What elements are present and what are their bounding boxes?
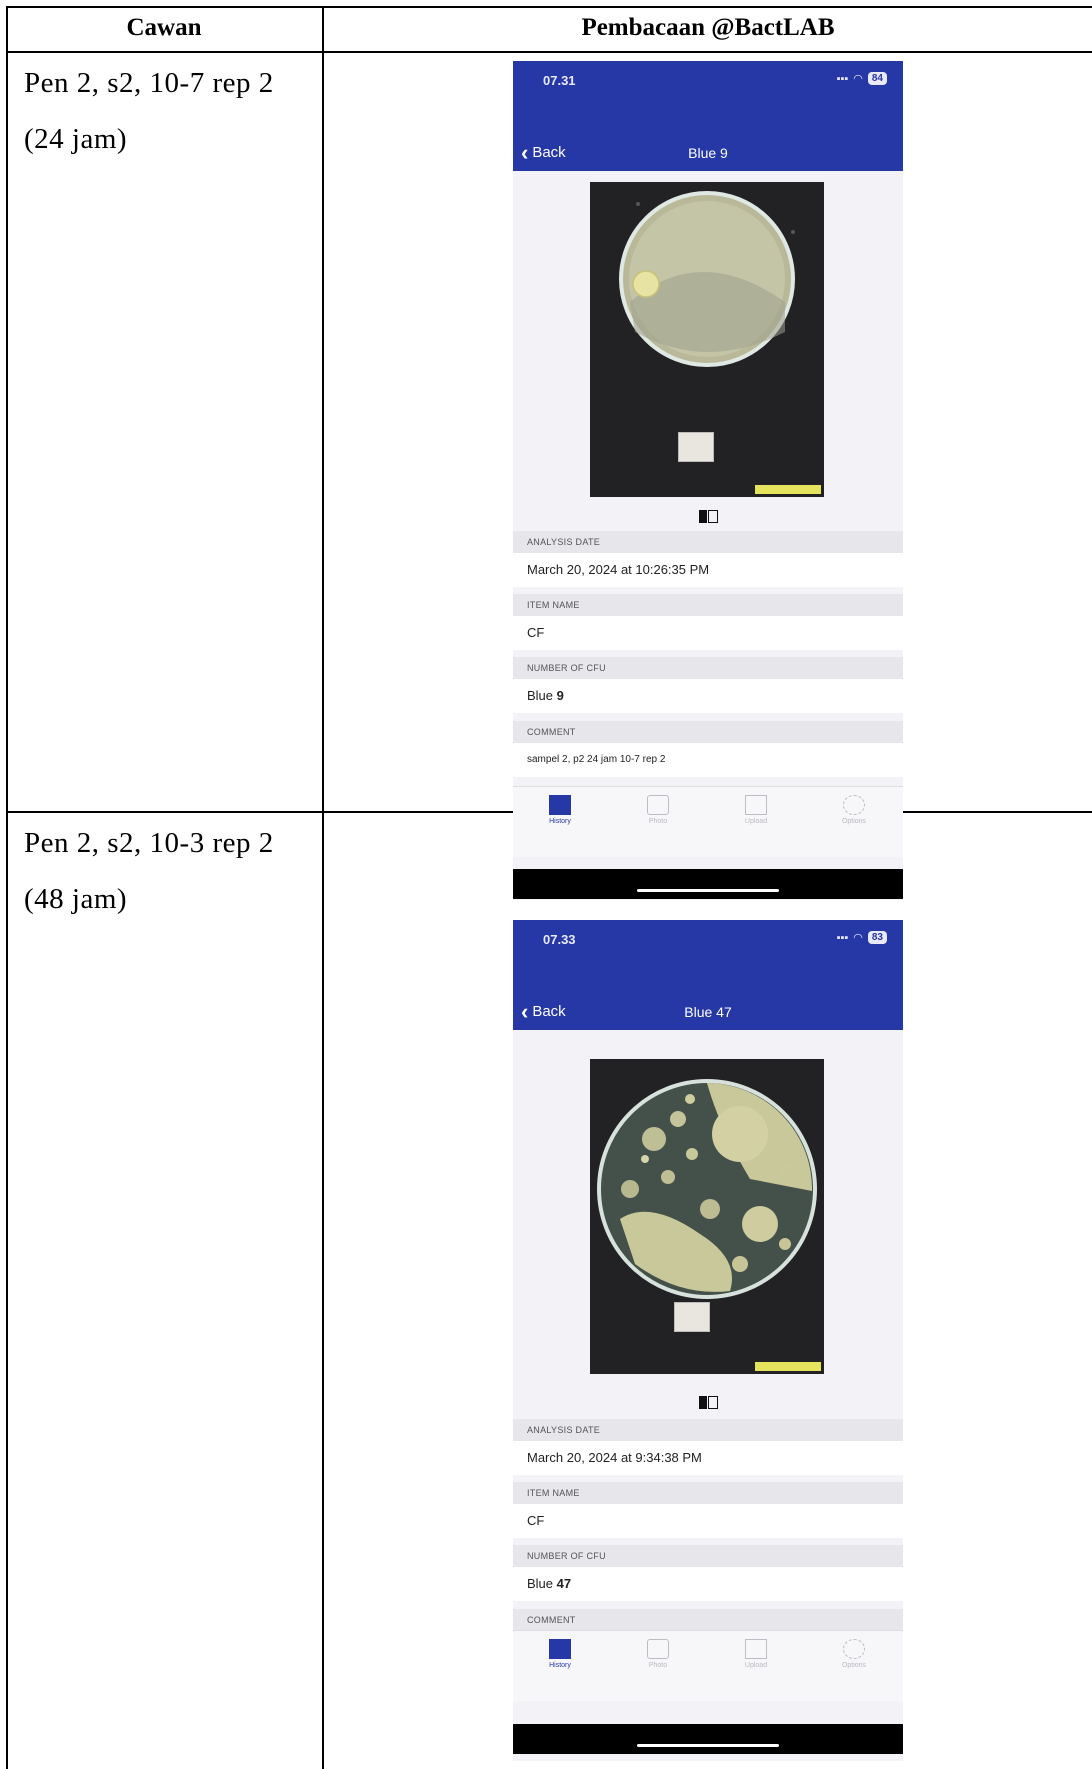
plate-photo[interactable] xyxy=(590,1059,824,1374)
battery-icon: 83 xyxy=(867,931,887,944)
plate-label-sticker xyxy=(678,432,714,462)
analysis-date-value: March 20, 2024 at 10:26:35 PM xyxy=(513,553,903,587)
column-header-pembacaan: Pembacaan @BactLAB xyxy=(581,14,835,41)
page-dot-inactive xyxy=(707,509,718,523)
screen-title: Blue 47 xyxy=(684,1004,732,1020)
item-name-label: ITEM NAME xyxy=(513,1482,903,1504)
column-header-cawan: Cawan xyxy=(126,14,202,41)
analysis-date-label: ANALYSIS DATE xyxy=(513,1419,903,1441)
cfu-count: 47 xyxy=(556,1576,572,1591)
status-time: 07.31 xyxy=(543,73,576,88)
tab-photo[interactable]: Photo xyxy=(623,1639,693,1669)
tab-bar: History Photo Upload Options xyxy=(513,786,903,857)
home-indicator xyxy=(637,889,779,892)
cawan-row-2-line-1: Pen 2, s2, 10-3 rep 2 xyxy=(24,827,274,859)
item-name-label: ITEM NAME xyxy=(513,594,903,616)
scale-bar xyxy=(755,485,821,494)
tab-options[interactable]: Options xyxy=(819,795,889,825)
tab-upload[interactable]: Upload xyxy=(721,795,791,825)
tab-photo-label: Photo xyxy=(648,1662,668,1669)
nav-bar: 07.33 ▪▪▪ ◠ 83 ‹ Back Blue 47 xyxy=(513,920,903,1030)
tab-options[interactable]: Options xyxy=(819,1639,889,1669)
status-time: 07.33 xyxy=(543,932,576,947)
cawan-row-1-line-1: Pen 2, s2, 10-7 rep 2 xyxy=(24,67,274,99)
cawan-row-1-line-2: (24 jam) xyxy=(24,123,128,155)
page-dot-active xyxy=(698,1395,707,1409)
app-screenshot-1: 07.31 ▪▪▪ ◠ 84 ‹ Back Blue 9 ANALYSIS DA… xyxy=(513,61,903,900)
plate-label-sticker xyxy=(674,1302,710,1332)
tab-history[interactable]: History xyxy=(525,795,595,825)
home-indicator-bar xyxy=(513,869,903,899)
tab-bar: History Photo Upload Options xyxy=(513,1630,903,1701)
comment-label: COMMENT xyxy=(513,1609,903,1631)
item-name-value: CF xyxy=(513,1504,903,1538)
tab-upload-label: Upload xyxy=(744,818,768,825)
gear-icon xyxy=(843,795,865,815)
cfu-count: 9 xyxy=(556,688,564,703)
history-icon xyxy=(549,795,571,815)
comment-value: sampel 2, p2 24 jam 10-7 rep 2 xyxy=(513,743,903,777)
home-indicator-bar xyxy=(513,1724,903,1754)
tab-photo[interactable]: Photo xyxy=(623,795,693,825)
upload-icon xyxy=(745,795,767,815)
upload-icon xyxy=(745,1639,767,1659)
cfu-color: Blue xyxy=(527,688,554,703)
cfu-label: NUMBER OF CFU xyxy=(513,657,903,679)
nav-bar: 07.31 ▪▪▪ ◠ 84 ‹ Back Blue 9 xyxy=(513,61,903,171)
table-border-left xyxy=(6,6,8,1769)
tab-history-label: History xyxy=(549,1662,571,1669)
home-indicator xyxy=(637,1744,779,1747)
wifi-icon: ◠ xyxy=(853,932,863,944)
cfu-value-row: Blue 9 xyxy=(513,679,903,713)
camera-icon xyxy=(647,795,669,815)
table-column-divider xyxy=(322,6,324,1769)
tab-history[interactable]: History xyxy=(525,1639,595,1669)
app-screenshot-2: 07.33 ▪▪▪ ◠ 83 ‹ Back Blue 47 ANALYSIS D… xyxy=(513,920,903,1761)
page-indicator xyxy=(513,507,903,524)
item-name-value: CF xyxy=(513,616,903,650)
comment-label: COMMENT xyxy=(513,721,903,743)
screen-title: Blue 9 xyxy=(688,145,728,161)
table-header-divider xyxy=(6,51,1092,53)
analysis-date-label: ANALYSIS DATE xyxy=(513,531,903,553)
tab-upload[interactable]: Upload xyxy=(721,1639,791,1669)
status-icons: ▪▪▪ ◠ 84 xyxy=(837,72,887,85)
signal-icon: ▪▪▪ xyxy=(836,72,849,85)
cfu-value-row: Blue 47 xyxy=(513,1567,903,1601)
plate-photo[interactable] xyxy=(590,182,824,497)
cfu-label: NUMBER OF CFU xyxy=(513,1545,903,1567)
tab-options-label: Options xyxy=(841,818,867,825)
analysis-date-value: March 20, 2024 at 9:34:38 PM xyxy=(513,1441,903,1475)
history-icon xyxy=(549,1639,571,1659)
scale-bar xyxy=(755,1362,821,1371)
page-dot-inactive xyxy=(707,1395,718,1409)
signal-icon: ▪▪▪ xyxy=(836,931,849,944)
gear-icon xyxy=(843,1639,865,1659)
tab-options-label: Options xyxy=(841,1662,867,1669)
battery-icon: 84 xyxy=(867,72,887,85)
tab-history-label: History xyxy=(549,818,571,825)
wifi-icon: ◠ xyxy=(853,73,863,85)
page-indicator xyxy=(513,1393,903,1410)
tab-upload-label: Upload xyxy=(744,1662,768,1669)
tab-photo-label: Photo xyxy=(648,818,668,825)
cawan-row-2-line-2: (48 jam) xyxy=(24,883,128,915)
camera-icon xyxy=(647,1639,669,1659)
cfu-color: Blue xyxy=(527,1576,554,1591)
status-icons: ▪▪▪ ◠ 83 xyxy=(837,931,887,944)
page-dot-active xyxy=(698,509,707,523)
